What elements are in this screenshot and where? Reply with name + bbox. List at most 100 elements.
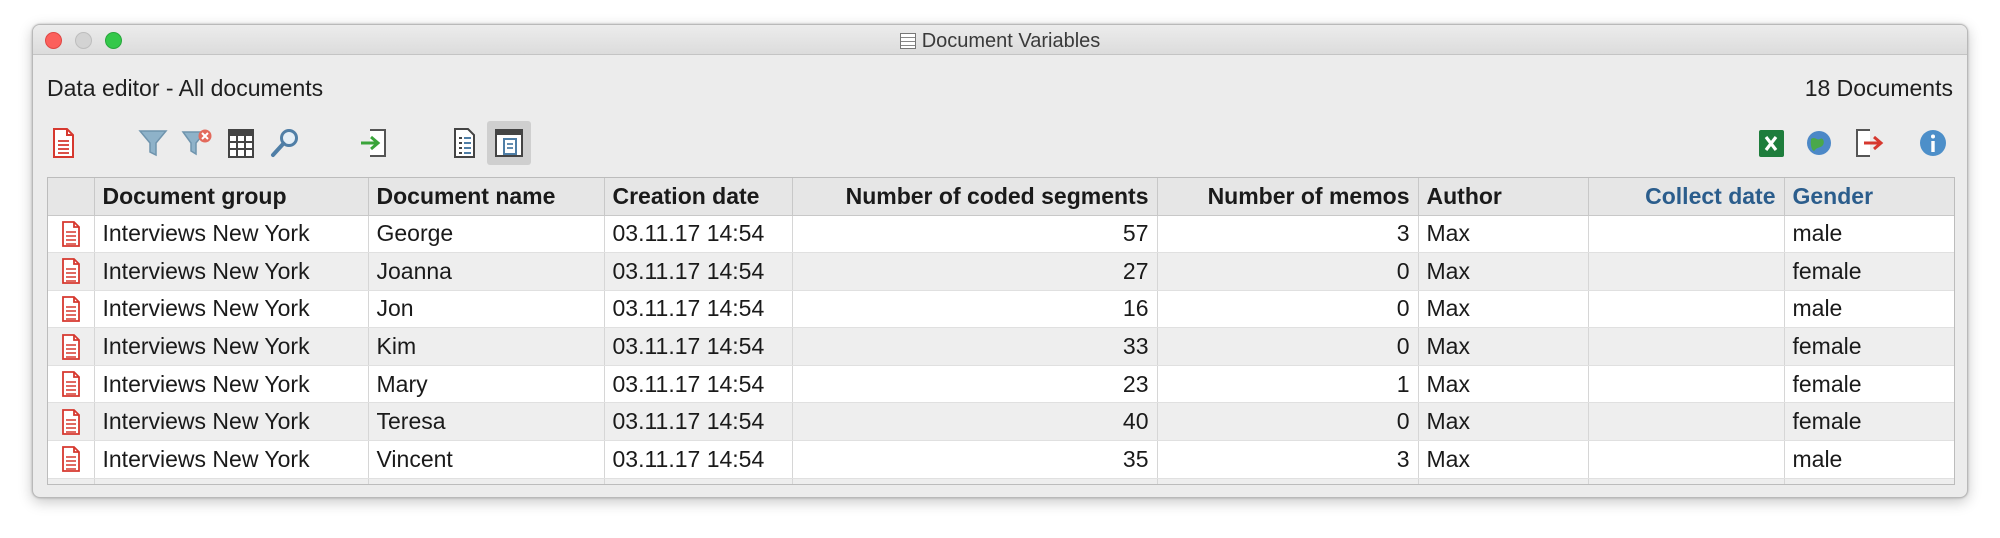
document-name-cell[interactable]: Kim [368,327,605,366]
column-header-memos[interactable]: Number of memos [1157,178,1419,216]
column-header-document-group[interactable]: Document group [94,178,369,216]
creation-date-cell[interactable]: 03.11.17 14:54 [604,365,793,404]
creation-date-cell[interactable]: 03.11.17 14:54 [604,440,793,479]
gender-cell[interactable]: male [1784,215,1954,254]
gender-cell[interactable]: female [1784,327,1954,366]
collect-date-cell[interactable] [1588,402,1785,442]
column-header-coded-segments[interactable]: Number of coded segments [792,178,1158,216]
column-header-author[interactable]: Author [1418,178,1589,216]
web-export-icon[interactable] [1797,121,1841,165]
excel-icon[interactable] [1749,121,1793,165]
coded-segments-cell[interactable]: 23 [792,365,1158,404]
coded-segments-cell[interactable]: 40 [792,402,1158,442]
filter-icon[interactable] [131,121,175,165]
document-group-cell[interactable]: Interviews New York [94,252,369,291]
memos-cell[interactable]: 0 [1157,327,1419,366]
collect-date-cell[interactable] [1588,290,1785,329]
author-cell[interactable]: Max [1418,365,1589,404]
document-icon[interactable] [41,121,85,165]
creation-date-cell[interactable]: 03.11.17 14:54 [604,327,793,366]
column-header-icon[interactable] [48,178,95,216]
table-row-partial[interactable] [48,478,1954,484]
memos-cell[interactable]: 0 [1157,252,1419,291]
creation-date-cell[interactable]: 03.11.17 14:54 [604,252,793,291]
document-name-cell[interactable]: Joanna [368,252,605,291]
document-variables-window: Document Variables Data editor - All doc… [32,24,1968,498]
table-row[interactable]: Interviews New York Joanna 03.11.17 14:54 2… [48,252,1954,291]
table-row[interactable]: Interviews New York George 03.11.17 14:54 5… [48,215,1954,254]
column-header-collect-date[interactable]: Collect date [1588,178,1785,216]
data-table: Document group Document name Creation da… [47,177,1955,485]
memos-cell[interactable]: 0 [1157,402,1419,442]
gender-cell[interactable]: female [1784,365,1954,404]
table-row[interactable]: Interviews New York Jon 03.11.17 14:54 16 0 M… [48,290,1954,329]
row-document-cell[interactable] [48,402,95,442]
document-group-cell[interactable]: Interviews New York [94,215,369,254]
empty-cell [1418,478,1589,484]
grid-view-icon[interactable] [487,121,531,165]
row-document-cell[interactable] [48,440,95,479]
document-icon [61,408,80,435]
author-cell[interactable]: Max [1418,252,1589,291]
document-group-cell[interactable]: Interviews New York [94,440,369,479]
document-name-cell[interactable]: Mary [368,365,605,404]
table-row[interactable]: Interviews New York Mary 03.11.17 14:54 23 1… [48,365,1954,404]
gender-cell[interactable]: female [1784,252,1954,291]
document-name-cell[interactable]: George [368,215,605,254]
gender-cell[interactable]: male [1784,440,1954,479]
coded-segments-cell[interactable]: 57 [792,215,1158,254]
collect-date-cell[interactable] [1588,327,1785,366]
collect-date-cell[interactable] [1588,215,1785,254]
row-document-cell[interactable] [48,215,95,254]
toolbar [33,117,1967,169]
row-document-cell[interactable] [48,290,95,329]
document-group-cell[interactable]: Interviews New York [94,290,369,329]
import-icon[interactable] [353,121,397,165]
empty-cell [604,478,793,484]
row-document-cell[interactable] [48,252,95,291]
info-icon[interactable] [1911,121,1955,165]
document-name-cell[interactable]: Teresa [368,402,605,442]
memos-cell[interactable]: 1 [1157,365,1419,404]
collect-date-cell[interactable] [1588,365,1785,404]
creation-date-cell[interactable]: 03.11.17 14:54 [604,215,793,254]
search-icon[interactable] [263,121,307,165]
row-document-cell[interactable] [48,327,95,366]
coded-segments-cell[interactable]: 33 [792,327,1158,366]
memos-cell[interactable]: 0 [1157,290,1419,329]
author-cell[interactable]: Max [1418,290,1589,329]
creation-date-cell[interactable]: 03.11.17 14:54 [604,290,793,329]
collect-date-cell[interactable] [1588,252,1785,291]
document-name-cell[interactable]: Vincent [368,440,605,479]
author-cell[interactable]: Max [1418,440,1589,479]
column-header-creation-date[interactable]: Creation date [604,178,793,216]
table-row[interactable]: Interviews New York Vincent 03.11.17 14:54… [48,440,1954,479]
table-row[interactable]: Interviews New York Teresa 03.11.17 14:54 4… [48,402,1954,442]
coded-segments-cell[interactable]: 27 [792,252,1158,291]
coded-segments-cell[interactable]: 16 [792,290,1158,329]
column-header-document-name[interactable]: Document name [368,178,605,216]
memos-cell[interactable]: 3 [1157,215,1419,254]
column-header-gender[interactable]: Gender [1784,178,1954,216]
document-name-cell[interactable]: Jon [368,290,605,329]
columns-icon[interactable] [219,121,263,165]
gender-cell[interactable]: male [1784,290,1954,329]
memos-cell[interactable]: 3 [1157,440,1419,479]
clear-filter-icon[interactable] [175,121,219,165]
empty-cell [1784,478,1954,484]
author-cell[interactable]: Max [1418,327,1589,366]
list-view-icon[interactable] [443,121,487,165]
gender-cell[interactable]: female [1784,402,1954,442]
document-group-cell[interactable]: Interviews New York [94,402,369,442]
document-group-cell[interactable]: Interviews New York [94,327,369,366]
creation-date-cell[interactable]: 03.11.17 14:54 [604,402,793,442]
coded-segments-cell[interactable]: 35 [792,440,1158,479]
table-row[interactable]: Interviews New York Kim 03.11.17 14:54 33 0 M… [48,327,1954,366]
document-group-cell[interactable]: Interviews New York [94,365,369,404]
collect-date-cell[interactable] [1588,440,1785,479]
author-cell[interactable]: Max [1418,215,1589,254]
document-icon [61,220,80,247]
author-cell[interactable]: Max [1418,402,1589,442]
row-document-cell[interactable] [48,365,95,404]
export-icon[interactable] [1845,121,1889,165]
